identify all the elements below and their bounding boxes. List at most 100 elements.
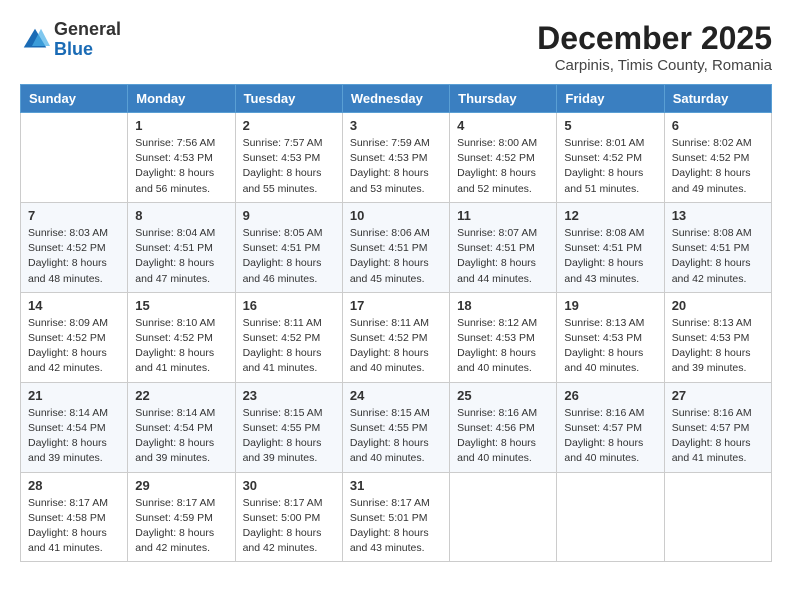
day-number: 2 xyxy=(243,118,335,133)
day-number: 30 xyxy=(243,478,335,493)
day-number: 18 xyxy=(457,298,549,313)
weekday-header-monday: Monday xyxy=(128,85,235,113)
day-info: Sunrise: 7:59 AMSunset: 4:53 PMDaylight:… xyxy=(350,136,442,197)
header: General Blue December 2025 Carpinis, Tim… xyxy=(20,20,772,74)
day-number: 14 xyxy=(28,298,120,313)
calendar-cell: 20 Sunrise: 8:13 AMSunset: 4:53 PMDayligh… xyxy=(664,292,771,382)
weekday-header-saturday: Saturday xyxy=(664,85,771,113)
day-number: 10 xyxy=(350,208,442,223)
day-number: 1 xyxy=(135,118,227,133)
calendar-cell: 5 Sunrise: 8:01 AMSunset: 4:52 PMDaylight… xyxy=(557,113,664,203)
weekday-header-wednesday: Wednesday xyxy=(342,85,449,113)
calendar-cell: 31Sunrise: 8:17 AMSunset: 5:01 PMDayligh… xyxy=(342,472,449,562)
calendar-cell: 16 Sunrise: 8:11 AMSunset: 4:52 PMDayligh… xyxy=(235,292,342,382)
day-number: 4 xyxy=(457,118,549,133)
day-info: Sunrise: 8:09 AMSunset: 4:52 PMDaylight:… xyxy=(28,316,120,377)
day-info: Sunrise: 8:11 AMSunset: 4:52 PMDaylight:… xyxy=(350,316,442,377)
day-info: Sunrise: 8:05 AMSunset: 4:51 PMDaylight:… xyxy=(243,226,335,287)
calendar-week-1: 1 Sunrise: 7:56 AMSunset: 4:53 PMDaylight… xyxy=(21,113,772,203)
logo-general-text: General xyxy=(54,20,121,40)
calendar-week-5: 28Sunrise: 8:17 AMSunset: 4:58 PMDayligh… xyxy=(21,472,772,562)
weekday-header-tuesday: Tuesday xyxy=(235,85,342,113)
day-info: Sunrise: 8:08 AMSunset: 4:51 PMDaylight:… xyxy=(564,226,656,287)
calendar-week-2: 7 Sunrise: 8:03 AMSunset: 4:52 PMDaylight… xyxy=(21,202,772,292)
day-number: 25 xyxy=(457,388,549,403)
calendar-cell: 17 Sunrise: 8:11 AMSunset: 4:52 PMDayligh… xyxy=(342,292,449,382)
day-info: Sunrise: 8:08 AMSunset: 4:51 PMDaylight:… xyxy=(672,226,764,287)
calendar-cell: 14 Sunrise: 8:09 AMSunset: 4:52 PMDayligh… xyxy=(21,292,128,382)
day-info: Sunrise: 8:13 AMSunset: 4:53 PMDaylight:… xyxy=(564,316,656,377)
day-number: 9 xyxy=(243,208,335,223)
calendar-cell: 22Sunrise: 8:14 AMSunset: 4:54 PMDayligh… xyxy=(128,382,235,472)
day-info: Sunrise: 8:07 AMSunset: 4:51 PMDaylight:… xyxy=(457,226,549,287)
day-number: 3 xyxy=(350,118,442,133)
day-number: 23 xyxy=(243,388,335,403)
calendar-cell: 12Sunrise: 8:08 AMSunset: 4:51 PMDayligh… xyxy=(557,202,664,292)
calendar-cell: 6Sunrise: 8:02 AMSunset: 4:52 PMDaylight… xyxy=(664,113,771,203)
day-info: Sunrise: 8:15 AMSunset: 4:55 PMDaylight:… xyxy=(350,406,442,467)
calendar-cell: 26 Sunrise: 8:16 AMSunset: 4:57 PMDayligh… xyxy=(557,382,664,472)
calendar-cell: 24 Sunrise: 8:15 AMSunset: 4:55 PMDayligh… xyxy=(342,382,449,472)
day-info: Sunrise: 8:00 AMSunset: 4:52 PMDaylight:… xyxy=(457,136,549,197)
day-number: 29 xyxy=(135,478,227,493)
day-info: Sunrise: 8:13 AMSunset: 4:53 PMDaylight:… xyxy=(672,316,764,377)
month-title: December 2025 xyxy=(537,20,772,57)
calendar-cell: 28Sunrise: 8:17 AMSunset: 4:58 PMDayligh… xyxy=(21,472,128,562)
day-info: Sunrise: 8:14 AMSunset: 4:54 PMDaylight:… xyxy=(28,406,120,467)
day-info: Sunrise: 8:12 AMSunset: 4:53 PMDaylight:… xyxy=(457,316,549,377)
calendar-cell: 30 Sunrise: 8:17 AMSunset: 5:00 PMDayligh… xyxy=(235,472,342,562)
calendar-cell: 27Sunrise: 8:16 AMSunset: 4:57 PMDayligh… xyxy=(664,382,771,472)
calendar-cell: 4 Sunrise: 8:00 AMSunset: 4:52 PMDaylight… xyxy=(450,113,557,203)
calendar-cell: 21Sunrise: 8:14 AMSunset: 4:54 PMDayligh… xyxy=(21,382,128,472)
day-info: Sunrise: 7:57 AMSunset: 4:53 PMDaylight:… xyxy=(243,136,335,197)
day-number: 15 xyxy=(135,298,227,313)
calendar-cell: 19 Sunrise: 8:13 AMSunset: 4:53 PMDayligh… xyxy=(557,292,664,382)
calendar-cell: 10Sunrise: 8:06 AMSunset: 4:51 PMDayligh… xyxy=(342,202,449,292)
day-number: 17 xyxy=(350,298,442,313)
weekday-header-sunday: Sunday xyxy=(21,85,128,113)
day-number: 22 xyxy=(135,388,227,403)
calendar-cell: 2 Sunrise: 7:57 AMSunset: 4:53 PMDaylight… xyxy=(235,113,342,203)
day-number: 26 xyxy=(564,388,656,403)
day-info: Sunrise: 7:56 AMSunset: 4:53 PMDaylight:… xyxy=(135,136,227,197)
day-info: Sunrise: 8:16 AMSunset: 4:56 PMDaylight:… xyxy=(457,406,549,467)
calendar-cell: 8 Sunrise: 8:04 AMSunset: 4:51 PMDaylight… xyxy=(128,202,235,292)
day-info: Sunrise: 8:04 AMSunset: 4:51 PMDaylight:… xyxy=(135,226,227,287)
calendar-cell xyxy=(664,472,771,562)
day-number: 28 xyxy=(28,478,120,493)
day-info: Sunrise: 8:16 AMSunset: 4:57 PMDaylight:… xyxy=(564,406,656,467)
day-info: Sunrise: 8:01 AMSunset: 4:52 PMDaylight:… xyxy=(564,136,656,197)
calendar-cell: 7 Sunrise: 8:03 AMSunset: 4:52 PMDaylight… xyxy=(21,202,128,292)
calendar-cell: 13Sunrise: 8:08 AMSunset: 4:51 PMDayligh… xyxy=(664,202,771,292)
day-number: 20 xyxy=(672,298,764,313)
calendar-table: SundayMondayTuesdayWednesdayThursdayFrid… xyxy=(20,84,772,562)
calendar-cell: 23 Sunrise: 8:15 AMSunset: 4:55 PMDayligh… xyxy=(235,382,342,472)
calendar-cell: 25 Sunrise: 8:16 AMSunset: 4:56 PMDayligh… xyxy=(450,382,557,472)
day-number: 24 xyxy=(350,388,442,403)
logo-icon xyxy=(20,25,50,55)
title-area: December 2025 Carpinis, Timis County, Ro… xyxy=(537,20,772,74)
weekday-header-thursday: Thursday xyxy=(450,85,557,113)
day-info: Sunrise: 8:17 AMSunset: 5:00 PMDaylight:… xyxy=(243,496,335,557)
day-info: Sunrise: 8:10 AMSunset: 4:52 PMDaylight:… xyxy=(135,316,227,377)
day-number: 7 xyxy=(28,208,120,223)
day-number: 31 xyxy=(350,478,442,493)
day-info: Sunrise: 8:11 AMSunset: 4:52 PMDaylight:… xyxy=(243,316,335,377)
day-number: 19 xyxy=(564,298,656,313)
logo-blue-text: Blue xyxy=(54,40,121,60)
day-info: Sunrise: 8:03 AMSunset: 4:52 PMDaylight:… xyxy=(28,226,120,287)
calendar-cell: 1 Sunrise: 7:56 AMSunset: 4:53 PMDaylight… xyxy=(128,113,235,203)
day-info: Sunrise: 8:15 AMSunset: 4:55 PMDaylight:… xyxy=(243,406,335,467)
weekday-header-friday: Friday xyxy=(557,85,664,113)
calendar-cell: 18 Sunrise: 8:12 AMSunset: 4:53 PMDayligh… xyxy=(450,292,557,382)
calendar-cell: 3 Sunrise: 7:59 AMSunset: 4:53 PMDaylight… xyxy=(342,113,449,203)
day-number: 8 xyxy=(135,208,227,223)
calendar-week-3: 14 Sunrise: 8:09 AMSunset: 4:52 PMDayligh… xyxy=(21,292,772,382)
day-info: Sunrise: 8:16 AMSunset: 4:57 PMDaylight:… xyxy=(672,406,764,467)
calendar-cell: 11Sunrise: 8:07 AMSunset: 4:51 PMDayligh… xyxy=(450,202,557,292)
day-info: Sunrise: 8:17 AMSunset: 4:59 PMDaylight:… xyxy=(135,496,227,557)
day-number: 16 xyxy=(243,298,335,313)
calendar-cell xyxy=(21,113,128,203)
logo-text: General Blue xyxy=(54,20,121,60)
day-number: 5 xyxy=(564,118,656,133)
